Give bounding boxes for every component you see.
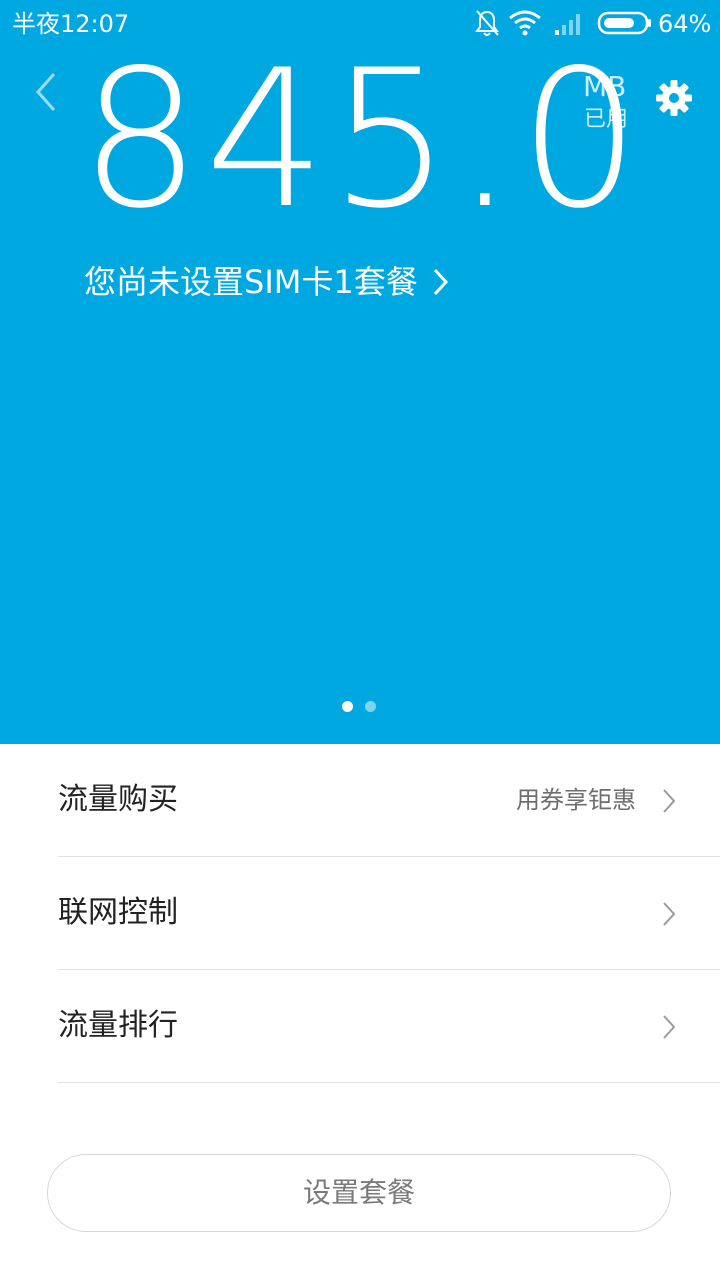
setup-plan-button-label: 设置套餐 [302,1176,415,1209]
battery-percent: 64% [658,10,712,38]
list-item-hint: 用券享钜惠 [516,786,636,814]
chevron-right-icon [663,1015,676,1039]
usage-caption: 已用 [584,107,629,132]
chevron-right-icon [663,789,676,813]
sim-plan-link-label: 您尚未设置SIM卡1套餐 [84,263,418,301]
chevron-right-icon [663,902,676,926]
list-item-label: 流量购买 [58,782,178,817]
usage-hero-panel: 半夜12:07 64% 845.0 MB 已用 您尚未设置SIM卡1套餐 [0,0,720,744]
list-item-data-ranking[interactable]: 流量排行 [58,970,720,1083]
usage-value: 845.0 [80,29,644,250]
list-item-label: 流量排行 [58,1008,178,1043]
options-list: 流量购买 用券享钜惠 联网控制 流量排行 [0,744,720,1083]
sim-plan-link[interactable]: 您尚未设置SIM卡1套餐 [84,260,452,304]
page-dot [365,701,376,712]
page-dot-active [342,701,353,712]
usage-unit: MB [583,70,627,103]
list-item-network-control[interactable]: 联网控制 [58,857,720,970]
chevron-right-icon [433,268,448,296]
setup-plan-button[interactable]: 设置套餐 [47,1154,671,1232]
list-item-data-purchase[interactable]: 流量购买 用券享钜惠 [58,744,720,857]
list-item-label: 联网控制 [58,895,178,930]
page-indicator [342,701,376,712]
gear-icon[interactable] [654,78,694,118]
back-chevron-icon[interactable] [28,68,68,116]
